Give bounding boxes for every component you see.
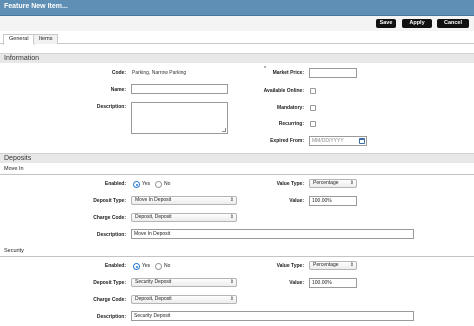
market-price-label: Market Price: [272, 70, 304, 76]
recurring-checkbox[interactable] [310, 121, 316, 127]
available-online-label: Available Online: [263, 88, 304, 94]
select-arrows-icon: ⇕ [229, 296, 234, 302]
code-value: Parking, Narrow Parking [132, 70, 187, 76]
expired-from-field-icon-holder [357, 137, 366, 145]
tab-general[interactable]: General [3, 34, 35, 45]
cancel-button[interactable]: Cancel [437, 19, 469, 28]
security-deposit-type-select[interactable]: Security Deposit ⇕ [131, 278, 237, 287]
security-enabled-no-radio[interactable] [155, 263, 162, 270]
security-enabled-label: Enabled: [104, 263, 126, 269]
security-charge-code-select[interactable]: Deposit, Deposit ⇕ [131, 295, 237, 304]
description-textarea[interactable] [131, 102, 228, 134]
deposits-section-header: Deposits [0, 153, 474, 163]
information-section-header: Information [0, 53, 474, 63]
mandatory-checkbox[interactable] [310, 105, 316, 111]
move-in-enabled-label: Enabled: [104, 181, 126, 187]
select-arrows-icon: ⇕ [349, 180, 354, 186]
move-in-enabled-yes-radio[interactable] [133, 181, 140, 188]
mandatory-label: Mandatory: [277, 105, 304, 111]
tab-items[interactable]: Items [33, 34, 59, 44]
move-in-charge-code-label: Charge Code: [93, 215, 126, 221]
tab-bar: General Items [0, 33, 474, 45]
move-in-yes-label: Yes [142, 181, 151, 187]
select-arrows-icon: ⇕ [229, 197, 234, 203]
security-charge-code-label: Charge Code: [93, 297, 126, 303]
security-description-label: Description: [96, 314, 126, 320]
expired-from-label: Expired From: [270, 138, 304, 144]
security-value-label: Value: [289, 280, 304, 286]
security-subheading: Security [4, 248, 24, 254]
security-deposit-type-value: Security Deposit [135, 279, 172, 285]
security-value-type-value: Percentage [313, 262, 339, 268]
security-deposit-type-label: Deposit Type: [93, 280, 126, 286]
move-in-description-input[interactable]: Move In Deposit [131, 229, 414, 239]
security-description-input[interactable]: Security Deposit [131, 311, 414, 321]
window-titlebar: Feature New Item... [0, 0, 474, 16]
move-in-description-label: Description: [96, 232, 126, 238]
move-in-value-type-label: Value Type: [276, 181, 304, 187]
move-in-enabled-no-radio[interactable] [155, 181, 162, 188]
recurring-label: Recurring: [278, 121, 304, 127]
information-heading: Information [4, 55, 40, 62]
deposits-heading: Deposits [4, 155, 32, 162]
move-in-subheading: Move In [4, 166, 24, 172]
name-label: Name: [110, 87, 126, 93]
security-value-type-label: Value Type: [276, 263, 304, 269]
move-in-deposit-type-value: Move In Deposit [135, 197, 172, 203]
select-arrows-icon: ⇕ [229, 214, 234, 220]
move-in-value-type-value: Percentage [313, 180, 339, 186]
toolbar: Save Apply Cancel [0, 16, 474, 31]
move-in-value-input[interactable]: 100.00% [309, 196, 357, 206]
select-arrows-icon: ⇕ [349, 262, 354, 268]
move-in-value-type-select[interactable]: Percentage ⇕ [309, 179, 357, 188]
resize-grip-icon[interactable] [222, 128, 226, 132]
description-label: Description: [96, 104, 126, 110]
select-arrows-icon: ⇕ [229, 279, 234, 285]
market-price-input[interactable] [309, 68, 357, 78]
move-in-charge-code-select[interactable]: Deposit, Deposit ⇕ [131, 213, 237, 222]
available-online-checkbox[interactable] [310, 88, 316, 94]
move-in-deposit-type-select[interactable]: Move In Deposit ⇕ [131, 196, 237, 205]
apply-button[interactable]: Apply [402, 19, 432, 28]
security-enabled-yes-radio[interactable] [133, 263, 140, 270]
move-in-no-label: No [164, 181, 171, 187]
security-divider [0, 256, 474, 257]
move-in-deposit-type-label: Deposit Type: [93, 198, 126, 204]
security-yes-label: Yes [142, 263, 151, 269]
calendar-icon[interactable] [359, 138, 365, 144]
security-value-input[interactable]: 100.00% [309, 278, 357, 288]
move-in-divider [0, 174, 474, 175]
name-input[interactable] [131, 84, 228, 94]
code-label: Code: [111, 70, 126, 76]
move-in-value-label: Value: [289, 198, 304, 204]
window-title: Feature New Item... [4, 3, 68, 10]
security-value-type-select[interactable]: Percentage ⇕ [309, 261, 357, 270]
save-button[interactable]: Save [376, 19, 396, 28]
security-charge-code-value: Deposit, Deposit [135, 296, 172, 302]
move-in-charge-code-value: Deposit, Deposit [135, 214, 172, 220]
security-no-label: No [164, 263, 171, 269]
